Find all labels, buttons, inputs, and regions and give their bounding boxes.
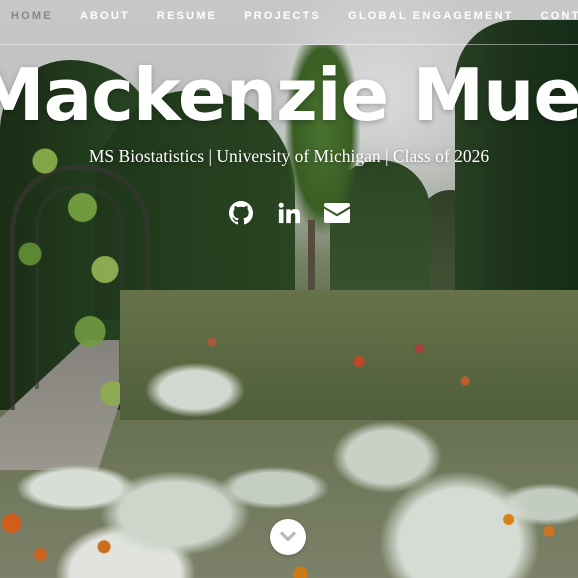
social-links	[0, 200, 578, 226]
linkedin-link[interactable]	[276, 200, 302, 226]
scroll-down-button[interactable]	[270, 519, 306, 555]
linkedin-icon	[278, 202, 300, 224]
envelope-icon	[324, 203, 350, 223]
main-nav: HOME ABOUT RESUME PROJECTS GLOBAL ENGAGE…	[0, 0, 578, 32]
nav-item-resume[interactable]: RESUME	[157, 10, 217, 22]
github-icon	[229, 201, 253, 225]
hero-name: Mackenzie Mueller	[0, 53, 578, 137]
nav-item-contact[interactable]: CONTACT	[541, 10, 578, 22]
hero-subtitle: MS Biostatistics | University of Michiga…	[88, 146, 490, 166]
github-link[interactable]	[228, 200, 254, 226]
nav-item-about[interactable]: ABOUT	[80, 10, 130, 22]
nav-item-home[interactable]: HOME	[11, 10, 53, 22]
nav-item-global-engagement[interactable]: GLOBAL ENGAGEMENT	[348, 10, 514, 22]
email-link[interactable]	[324, 200, 350, 226]
chevron-down-icon	[280, 531, 296, 542]
nav-divider	[0, 44, 578, 45]
nav-item-projects[interactable]: PROJECTS	[244, 10, 321, 22]
nav-menu: HOME ABOUT RESUME PROJECTS GLOBAL ENGAGE…	[0, 10, 578, 22]
hero-section: HOME ABOUT RESUME PROJECTS GLOBAL ENGAGE…	[0, 0, 578, 578]
